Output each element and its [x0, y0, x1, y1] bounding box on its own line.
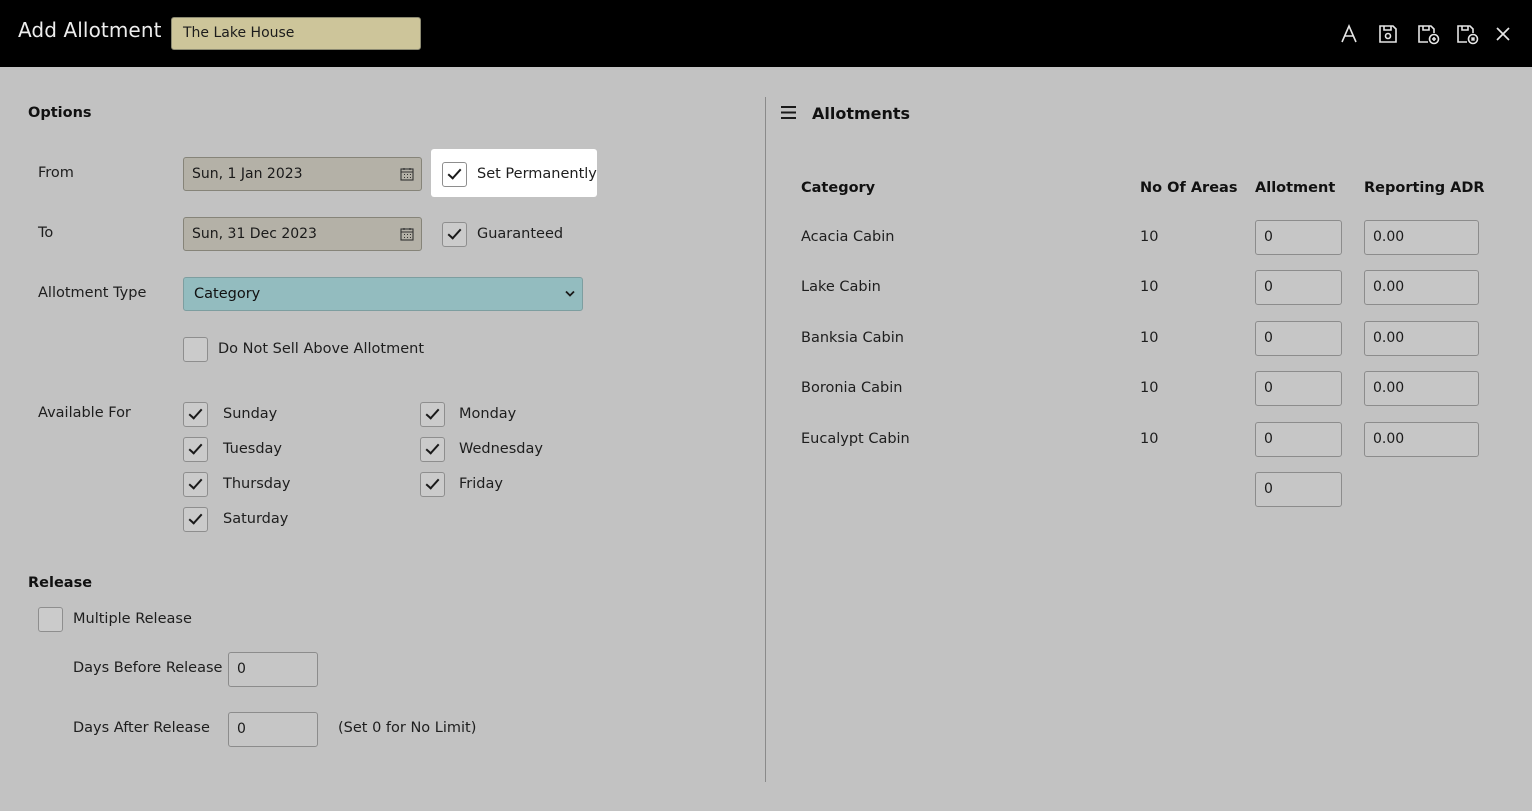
- row-adr-input[interactable]: 0.00: [1364, 220, 1479, 255]
- row-category: Acacia Cabin: [801, 229, 895, 245]
- row-allotment-input[interactable]: 0: [1255, 371, 1342, 406]
- guaranteed-label: Guaranteed: [477, 226, 564, 242]
- guaranteed-checkbox[interactable]: [442, 222, 467, 247]
- days-after-release-label: Days After Release: [73, 720, 210, 736]
- save-add-icon[interactable]: [1416, 22, 1440, 46]
- row-category: Eucalypt Cabin: [801, 431, 910, 447]
- do-not-sell-checkbox[interactable]: [183, 337, 208, 362]
- days-before-release-label: Days Before Release: [73, 660, 223, 676]
- property-name-input[interactable]: The Lake House: [171, 17, 421, 50]
- day-checkbox-wednesday[interactable]: [420, 437, 445, 462]
- multiple-release-checkbox[interactable]: [38, 607, 63, 632]
- row-areas: 10: [1140, 380, 1159, 396]
- day-label-sunday: Sunday: [223, 406, 278, 422]
- allotments-title: Allotments: [812, 104, 911, 123]
- from-label: From: [38, 165, 74, 181]
- day-label-monday: Monday: [459, 406, 517, 422]
- day-checkbox-monday[interactable]: [420, 402, 445, 427]
- release-section-title: Release: [28, 575, 93, 591]
- row-adr-input[interactable]: 0.00: [1364, 270, 1479, 305]
- days-before-release-input[interactable]: 0: [228, 652, 318, 687]
- from-date-value: Sun, 1 Jan 2023: [192, 166, 303, 182]
- hamburger-menu-icon[interactable]: [780, 105, 797, 120]
- days-after-release-input[interactable]: 0: [228, 712, 318, 747]
- save-icon[interactable]: [1376, 22, 1400, 46]
- multiple-release-label: Multiple Release: [73, 611, 192, 627]
- row-areas: 10: [1140, 330, 1159, 346]
- panel-divider: [765, 97, 766, 782]
- day-checkbox-friday[interactable]: [420, 472, 445, 497]
- row-adr-input[interactable]: 0.00: [1364, 321, 1479, 356]
- available-for-label: Available For: [38, 405, 131, 421]
- to-date-input[interactable]: Sun, 31 Dec 2023: [183, 217, 422, 251]
- row-allotment-input[interactable]: 0: [1255, 220, 1342, 255]
- day-label-saturday: Saturday: [223, 511, 289, 527]
- page-title: Add Allotment: [18, 18, 162, 42]
- column-header-no-of-areas: No Of Areas: [1140, 180, 1238, 196]
- save-close-icon[interactable]: [1455, 22, 1479, 46]
- chevron-down-icon: [565, 290, 575, 297]
- do-not-sell-label: Do Not Sell Above Allotment: [218, 341, 425, 357]
- row-category: Banksia Cabin: [801, 330, 904, 346]
- total-allotment-input: 0: [1255, 472, 1342, 507]
- row-areas: 10: [1140, 279, 1159, 295]
- row-adr-input[interactable]: 0.00: [1364, 371, 1479, 406]
- header-bar: Add Allotment The Lake House: [0, 0, 1532, 67]
- options-section-title: Options: [28, 105, 92, 121]
- day-checkbox-saturday[interactable]: [183, 507, 208, 532]
- close-icon[interactable]: [1491, 22, 1515, 46]
- row-areas: 10: [1140, 229, 1159, 245]
- to-label: To: [38, 225, 54, 241]
- row-adr-input[interactable]: 0.00: [1364, 422, 1479, 457]
- day-label-friday: Friday: [459, 476, 503, 492]
- row-allotment-input[interactable]: 0: [1255, 422, 1342, 457]
- no-limit-hint: (Set 0 for No Limit): [338, 720, 477, 736]
- day-checkbox-tuesday[interactable]: [183, 437, 208, 462]
- allotment-type-label: Allotment Type: [38, 285, 147, 301]
- to-date-value: Sun, 31 Dec 2023: [192, 226, 317, 242]
- day-label-wednesday: Wednesday: [459, 441, 543, 457]
- day-label-thursday: Thursday: [223, 476, 291, 492]
- day-label-tuesday: Tuesday: [223, 441, 282, 457]
- day-checkbox-thursday[interactable]: [183, 472, 208, 497]
- set-permanently-label: Set Permanently: [477, 166, 597, 182]
- column-header-category: Category: [801, 180, 876, 196]
- day-checkbox-sunday[interactable]: [183, 402, 208, 427]
- column-header-allotment: Allotment: [1255, 180, 1336, 196]
- allotment-type-select[interactable]: Category: [183, 277, 583, 311]
- allotment-type-value: Category: [194, 286, 261, 302]
- row-areas: 10: [1140, 431, 1159, 447]
- font-icon[interactable]: [1337, 22, 1361, 46]
- calendar-icon[interactable]: [400, 167, 414, 181]
- from-date-input[interactable]: Sun, 1 Jan 2023: [183, 157, 422, 191]
- row-category: Boronia Cabin: [801, 380, 903, 396]
- row-category: Lake Cabin: [801, 279, 881, 295]
- column-header-reporting-adr: Reporting ADR: [1364, 180, 1485, 196]
- calendar-icon[interactable]: [400, 227, 414, 241]
- row-allotment-input[interactable]: 0: [1255, 270, 1342, 305]
- row-allotment-input[interactable]: 0: [1255, 321, 1342, 356]
- set-permanently-checkbox[interactable]: [442, 162, 467, 187]
